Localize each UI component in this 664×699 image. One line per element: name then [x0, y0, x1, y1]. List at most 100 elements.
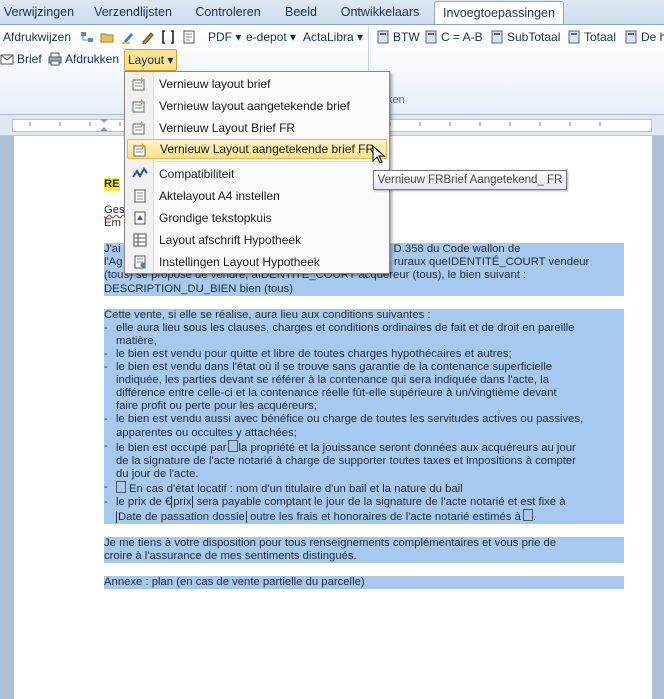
afdrukwijzen-button[interactable]: Afdrukwijzen [3, 27, 71, 47]
field-marker-icon [116, 480, 126, 493]
field-marker-icon [522, 509, 533, 522]
bullet-text: En cas d'état locatif : nom d'un titulai… [129, 482, 463, 495]
de-button[interactable]: De h [624, 27, 664, 47]
list-item: - le prix de € prix sera payable comptant … [104, 495, 624, 525]
bullet-text: le bien est vendu pour quitte et libre d… [116, 347, 512, 360]
menu-item-instellingen-layout-hypotheek[interactable]: Instellingen Layout Hypotheek [127, 252, 385, 272]
menu-item-tooltip: Vernieuw FRBrief Aangetekend_ FR [373, 170, 567, 190]
field-marker-icon [227, 439, 238, 452]
printer-icon [48, 52, 62, 66]
layout-refresh-icon [132, 77, 148, 91]
tab-verzendlijsten[interactable]: Verzendlijsten [92, 3, 174, 23]
bullet-text: du jour de l'acte. [116, 467, 199, 480]
afdrukwijzen-label: Afdrukwijzen [3, 30, 72, 44]
bullet-text: sera payable comptant le jour de la sign… [196, 495, 566, 508]
edepot-label: e-depot [246, 30, 287, 44]
bullet-text: faire profit ou perte pour les acquéreur… [116, 400, 317, 413]
tab-invoegtoepassingen[interactable]: Invoegtoepassingen [434, 1, 564, 24]
menu-item-label: Vernieuw Layout aangetekende brief FR [160, 142, 375, 156]
bullet-text: apparentes ou occultes y attachées; [116, 426, 297, 439]
toolbar-icons-group [80, 27, 199, 47]
menu-item-label: Vernieuw layout aangetekende brief [159, 99, 350, 113]
menu-item-vernieuw-layout-brief-fr[interactable]: Vernieuw Layout Brief FR [127, 118, 385, 138]
calculator-icon [424, 30, 438, 44]
brief-button[interactable]: Brief [0, 49, 42, 69]
totaal-label: Totaal [584, 30, 617, 44]
cab-button[interactable]: C = A-B [424, 27, 483, 47]
tab-controleren[interactable]: Controleren [194, 3, 262, 23]
tree-icon[interactable] [80, 30, 94, 44]
bullet-text: elle aura lieu sous les clauses, charges… [116, 321, 575, 334]
chevron-down-icon: ▾ [235, 30, 242, 44]
actalibra-dropdown[interactable]: ActaLibra ▾ [303, 27, 363, 47]
document-icon [132, 189, 148, 203]
mouse-pointer-icon [372, 144, 386, 168]
bullet-text: le bien est occupé par [116, 441, 227, 454]
brief-label: Brief [17, 52, 42, 66]
subtotaal-button[interactable]: SubTotaal [490, 27, 560, 47]
tab-ontwikkelaars[interactable]: Ontwikkelaars [340, 3, 420, 23]
pencil-icon[interactable] [141, 30, 155, 45]
list-item: - elle aura lieu sous les clauses, charge… [104, 321, 624, 348]
layout-dropdown-button[interactable]: Layout ▾ [124, 49, 178, 71]
bullet-text: outre les frais et honoraires de l'acte … [250, 511, 521, 524]
bullet-text: différence entre celle-ci et la contenan… [116, 387, 557, 400]
layout-dropdown-menu: Vernieuw layout brief Vernieuw layout aa… [124, 71, 390, 274]
list-item: - le bien est vendu pour quitte et libre … [104, 347, 624, 362]
layout-refresh-icon [132, 121, 148, 135]
highlighter-icon[interactable] [121, 30, 135, 44]
menu-item-label: Compatibiliteit [159, 167, 235, 181]
btw-label: BTW [393, 30, 420, 44]
list-item: - le bien est vendu dans l'état où il se … [104, 361, 624, 414]
calculator-icon [490, 30, 504, 44]
p1-text-1: J'ai [104, 243, 121, 256]
list-item: - le bien est vendu aussi avec bénéfice o… [104, 413, 624, 440]
chevron-down-icon: ▾ [357, 30, 364, 44]
page-icon[interactable] [182, 30, 196, 44]
ribbon-tab-bar: Verwijzingen Verzendlijsten Controleren … [0, 0, 664, 25]
menu-item-vernieuw-layout-aangetekende-brief-fr[interactable]: Vernieuw Layout aangetekende brief FR [127, 139, 387, 159]
closing-text: croire à l'assurance de mes sentiments d… [104, 550, 357, 563]
calculator-icon [567, 30, 581, 44]
bullet-text: la propriété et la jouissance seront don… [238, 441, 576, 454]
bullet-text: matière, [116, 334, 157, 347]
menu-item-grondige-tekstopkuis[interactable]: Grondige tekstopkuis [127, 208, 385, 228]
edepot-dropdown[interactable]: e-depot ▾ [246, 27, 296, 47]
tab-verwijzingen[interactable]: Verwijzingen [2, 3, 76, 23]
open-folder-icon[interactable] [100, 30, 114, 44]
menu-item-compatibiliteit[interactable]: Compatibiliteit [127, 164, 385, 184]
menu-item-label: Vernieuw layout brief [159, 77, 271, 91]
brackets-icon[interactable] [161, 30, 175, 44]
closing-paragraph: Je me tiens à votre disposition pour tou… [104, 537, 624, 564]
compatibility-icon [132, 167, 148, 181]
menu-item-label: Vernieuw Layout Brief FR [159, 121, 296, 135]
p1-text-3: l'Ag [104, 256, 123, 269]
table-icon [132, 233, 148, 247]
pdf-dropdown[interactable]: PDF ▾ [208, 27, 241, 47]
bullet-field: Date de passation dossie [116, 511, 247, 524]
menu-item-layout-afschrift-hypotheek[interactable]: Layout afschrift Hypotheek [127, 230, 385, 250]
p1-text-5: IDENTITÉ_COURT vendeur [447, 256, 590, 269]
menu-item-label: Instellingen Layout Hypotheek [159, 255, 320, 269]
btw-button[interactable]: BTW [376, 27, 420, 47]
tab-beeld[interactable]: Beeld [282, 3, 320, 23]
menu-item-aktelayout-a4-instellen[interactable]: Aktelayout A4 instellen [127, 186, 385, 206]
bullet-text: le bien est vendu dans l'état où il se t… [116, 361, 553, 374]
bullet-text: de la signature de l'acte notarié à char… [116, 454, 576, 467]
bullet-text: le bien est vendu aussi avec bénéfice ou… [116, 413, 584, 426]
settings-doc-icon [132, 255, 148, 269]
menu-item-vernieuw-layout-brief[interactable]: Vernieuw layout brief [127, 74, 385, 94]
layout-label: Layout [128, 53, 165, 67]
menu-divider [155, 161, 383, 162]
cab-label: C = A-B [441, 30, 483, 44]
calculator-icon [624, 30, 638, 44]
menu-item-label: Layout afschrift Hypotheek [159, 233, 302, 247]
totaal-button[interactable]: Totaal [567, 27, 616, 47]
afdrukken-button[interactable]: Afdrukken [48, 49, 119, 69]
menu-item-vernieuw-layout-aangetekende-brief[interactable]: Vernieuw layout aangetekende brief [127, 96, 385, 116]
pdf-label: PDF [208, 30, 232, 44]
list-item: - En cas d'état locatif : nom d'un titula… [104, 480, 624, 496]
